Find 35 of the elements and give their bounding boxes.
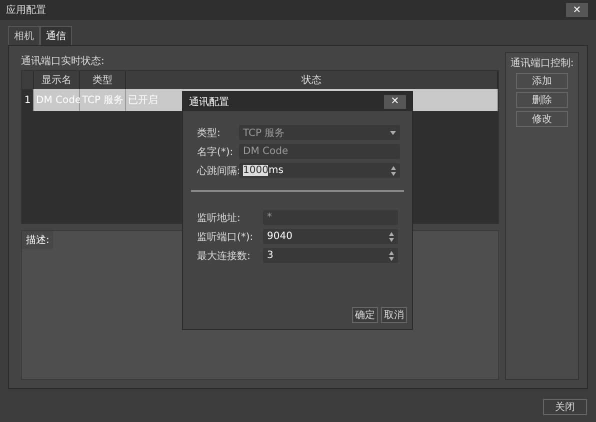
spin-arrows-icon bbox=[391, 166, 396, 176]
tab[interactable]: 相机 bbox=[8, 26, 40, 45]
field-label: 类型: bbox=[197, 126, 222, 140]
field-label: 监听端口(*): bbox=[197, 230, 254, 244]
control-button[interactable]: 删除 bbox=[516, 92, 568, 108]
dialog-button[interactable]: 取消 bbox=[381, 307, 407, 323]
description-label: 描述: bbox=[22, 231, 54, 249]
field-value: 9040 bbox=[267, 231, 292, 242]
control-button[interactable]: 修改 bbox=[516, 111, 568, 127]
dialog-button[interactable]: 确定 bbox=[352, 307, 378, 323]
field-label: 监听地址: bbox=[197, 212, 242, 224]
tab[interactable]: 通信 bbox=[40, 26, 72, 45]
field-value: TCP 服务 bbox=[243, 126, 285, 140]
close-dialog-button[interactable]: 关闭 bbox=[543, 399, 587, 415]
field-value: 1000ms bbox=[243, 165, 284, 176]
control-button[interactable]: 添加 bbox=[516, 73, 568, 89]
field-value: * bbox=[267, 212, 272, 223]
section-label: 通讯端口实时状态: bbox=[21, 54, 106, 68]
row-number: 1 bbox=[22, 89, 34, 111]
dialog-title: 通讯配置 bbox=[189, 96, 229, 108]
control-label: 通讯端口控制: bbox=[510, 56, 574, 70]
spin-arrows-icon bbox=[389, 232, 394, 242]
field-value: DM Code bbox=[243, 146, 288, 157]
field-value: 3 bbox=[267, 250, 274, 261]
spin-field[interactable]: 1000ms bbox=[239, 163, 400, 178]
dropdown-caret-icon bbox=[390, 130, 396, 134]
spin-arrows-icon bbox=[389, 250, 394, 260]
window-title: 应用配置 bbox=[6, 4, 46, 17]
field-label: 最大连接数: bbox=[197, 250, 252, 262]
spin-field[interactable]: 3 bbox=[263, 248, 398, 263]
close-button[interactable]: ✕ bbox=[384, 94, 406, 108]
close-button[interactable]: ✕ bbox=[566, 3, 588, 17]
field-label: 名字(*): bbox=[197, 146, 234, 158]
spin-field[interactable]: 9040 bbox=[263, 229, 398, 244]
field-label: 心跳间隔: bbox=[197, 164, 239, 178]
